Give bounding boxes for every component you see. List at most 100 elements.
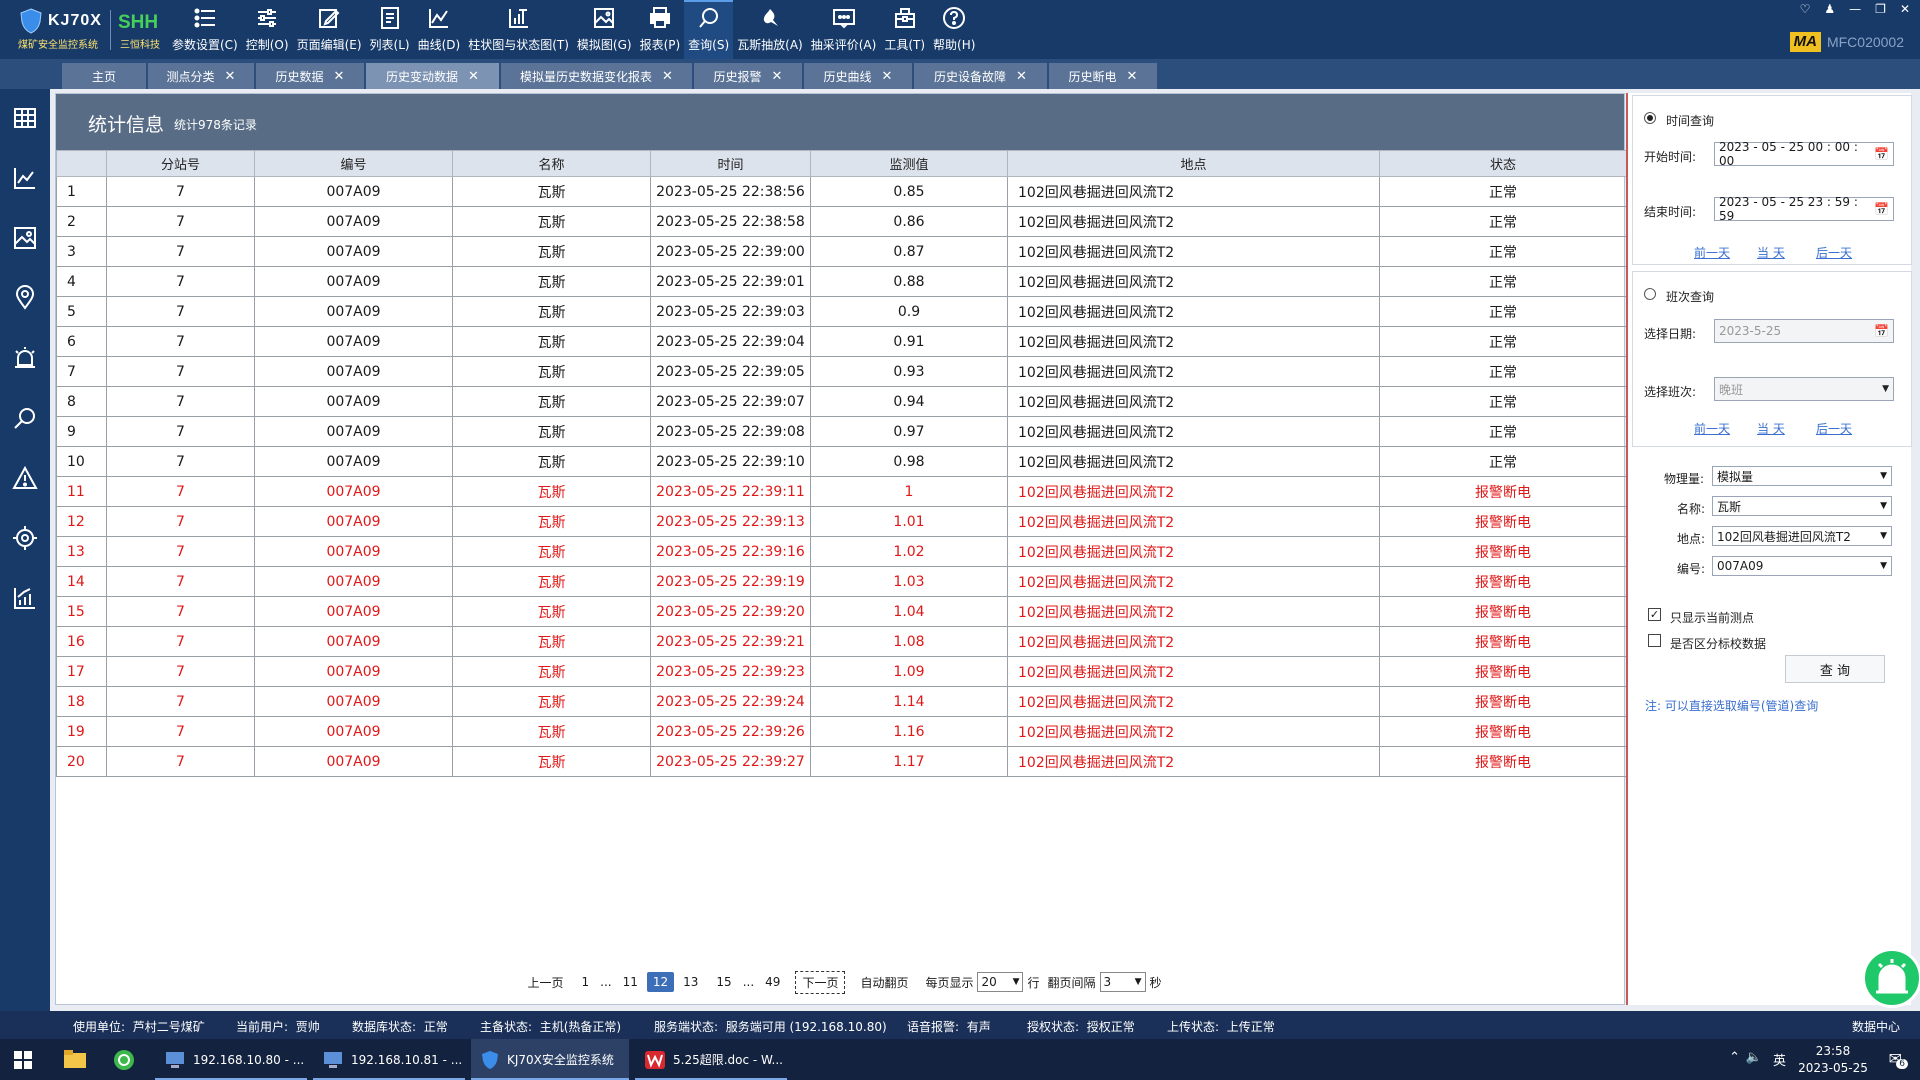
close-icon[interactable]: ✕ xyxy=(662,69,673,84)
close-icon[interactable]: ✕ xyxy=(882,69,893,84)
menu-gas-drainage[interactable]: 瓦斯抽放(A) xyxy=(733,0,807,59)
start-time-input[interactable]: 2023 - 05 - 25 00 : 00 : 00 📅 xyxy=(1714,140,1894,168)
shift-query-radio[interactable] xyxy=(1644,288,1656,300)
taskbar-app-kj70x[interactable]: KJ70X安全监控系统 xyxy=(471,1039,629,1080)
close-icon[interactable]: ✕ xyxy=(468,69,479,84)
physical-select[interactable]: 模拟量 ▼ xyxy=(1712,466,1892,486)
table-row[interactable]: 19 7 007A09 瓦斯 2023-05-25 22:39:26 1.16 102回风巷… xyxy=(56,716,1627,747)
date-input[interactable]: 2023-5-25 📅 xyxy=(1714,319,1894,343)
menu-report[interactable]: 报表(P) xyxy=(636,0,685,59)
table-icon[interactable] xyxy=(12,105,38,131)
chevron-up-icon[interactable]: ⌃ xyxy=(1729,1050,1740,1065)
prev-day-link[interactable]: 前一天 xyxy=(1694,420,1730,437)
menu-params[interactable]: 参数设置(C) xyxy=(168,0,242,59)
column-header[interactable]: 监测值 xyxy=(810,150,1008,177)
menu-curve[interactable]: 曲线(D) xyxy=(414,0,465,59)
current-page-button[interactable]: 12 xyxy=(646,972,675,992)
column-header[interactable]: 分站号 xyxy=(106,150,255,177)
windows-start-icon[interactable] xyxy=(14,1051,32,1069)
today-link[interactable]: 当 天 xyxy=(1757,244,1785,261)
menu-query[interactable]: 查询(S) xyxy=(684,0,734,59)
column-header[interactable]: 编号 xyxy=(254,150,453,177)
close-icon[interactable]: ✕ xyxy=(225,69,236,84)
menu-control[interactable]: 控制(O) xyxy=(242,0,293,59)
menu-bar-status[interactable]: 柱状图与状态图(T) xyxy=(464,0,573,59)
table-row[interactable]: 11 7 007A09 瓦斯 2023-05-25 22:39:11 1 102回风巷掘进回… xyxy=(56,476,1627,507)
table-row[interactable]: 4 7 007A09 瓦斯 2023-05-25 22:39:01 0.88 102回风巷掘… xyxy=(56,266,1627,297)
ime-indicator[interactable]: 英 xyxy=(1773,1050,1786,1069)
minimize-icon[interactable]: — xyxy=(1849,2,1861,16)
column-header[interactable]: 地点 xyxy=(1007,150,1380,177)
page-button[interactable]: 13 xyxy=(674,975,707,989)
app-green-icon[interactable] xyxy=(113,1049,135,1071)
close-icon[interactable]: ✕ xyxy=(1127,69,1138,84)
menu-page-edit[interactable]: 页面编辑(E) xyxy=(293,0,366,59)
close-icon[interactable]: ✕ xyxy=(1900,2,1910,16)
table-row[interactable]: 7 7 007A09 瓦斯 2023-05-25 22:39:05 0.93 102回风巷掘… xyxy=(56,356,1627,387)
end-time-input[interactable]: 2023 - 05 - 25 23 : 59 : 59 📅 xyxy=(1714,195,1894,223)
auto-page-toggle[interactable]: 自动翻页 xyxy=(851,974,917,991)
tab-analog-report[interactable]: 模拟量历史数据变化报表 ✕ xyxy=(501,63,693,89)
page-button[interactable]: 1 xyxy=(572,975,598,989)
table-row[interactable]: 8 7 007A09 瓦斯 2023-05-25 22:39:07 0.94 102回风巷掘… xyxy=(56,386,1627,417)
column-header[interactable]: 状态 xyxy=(1379,150,1627,177)
table-row[interactable]: 20 7 007A09 瓦斯 2023-05-25 22:39:27 1.17 102回风巷… xyxy=(56,746,1627,777)
name-select[interactable]: 瓦斯 ▼ xyxy=(1712,496,1892,516)
shift-select[interactable]: 晚班 ▼ xyxy=(1714,377,1894,401)
table-row[interactable]: 12 7 007A09 瓦斯 2023-05-25 22:39:13 1.01 102回风巷… xyxy=(56,506,1627,537)
column-header[interactable]: 名称 xyxy=(452,150,651,177)
alarm-float-button[interactable] xyxy=(1862,948,1920,1008)
tab-home[interactable]: 主页 xyxy=(62,63,147,89)
page-button[interactable]: 15 xyxy=(707,975,740,989)
tab-history-poweroff[interactable]: 历史断电 ✕ xyxy=(1049,63,1158,89)
close-icon[interactable]: ✕ xyxy=(1016,69,1027,84)
time-query-radio[interactable] xyxy=(1644,112,1656,124)
close-icon[interactable]: ✕ xyxy=(334,69,345,84)
table-row[interactable]: 16 7 007A09 瓦斯 2023-05-25 22:39:21 1.08 102回风巷… xyxy=(56,626,1627,657)
tab-history-change[interactable]: 历史变动数据 ✕ xyxy=(366,63,500,89)
menu-list[interactable]: 列表(L) xyxy=(366,0,414,59)
taskbar-app-remote2[interactable]: 192.168.10.81 - ... xyxy=(313,1039,465,1080)
column-header[interactable]: 时间 xyxy=(650,150,811,177)
table-row[interactable]: 2 7 007A09 瓦斯 2023-05-25 22:38:58 0.86 102回风巷掘… xyxy=(56,206,1627,237)
calendar-icon[interactable]: 📅 xyxy=(1874,202,1889,216)
restore-icon[interactable]: ❐ xyxy=(1875,2,1886,16)
file-explorer-icon[interactable] xyxy=(64,1050,86,1068)
skin-icon[interactable]: ♡ xyxy=(1800,2,1811,16)
table-row[interactable]: 18 7 007A09 瓦斯 2023-05-25 22:39:24 1.14 102回风巷… xyxy=(56,686,1627,717)
calendar-icon[interactable]: 📅 xyxy=(1874,147,1889,161)
menu-tools[interactable]: 工具(T) xyxy=(880,0,929,59)
table-row[interactable]: 14 7 007A09 瓦斯 2023-05-25 22:39:19 1.03 102回风巷… xyxy=(56,566,1627,597)
location-select[interactable]: 102回风巷掘进回风流T2 ▼ xyxy=(1712,526,1892,546)
warning-icon[interactable] xyxy=(12,465,38,491)
table-row[interactable]: 13 7 007A09 瓦斯 2023-05-25 22:39:16 1.02 102回风巷… xyxy=(56,536,1627,567)
tab-history-alarm[interactable]: 历史报警 ✕ xyxy=(694,63,803,89)
table-row[interactable]: 10 7 007A09 瓦斯 2023-05-25 22:39:10 0.98 102回风巷… xyxy=(56,446,1627,477)
image-icon[interactable] xyxy=(12,225,38,251)
page-button[interactable]: 49 xyxy=(756,975,789,989)
prev-day-link[interactable]: 前一天 xyxy=(1694,244,1730,261)
crosshair-icon[interactable] xyxy=(12,525,38,551)
close-icon[interactable]: ✕ xyxy=(772,69,783,84)
line-chart-icon[interactable] xyxy=(12,165,38,191)
table-row[interactable]: 9 7 007A09 瓦斯 2023-05-25 22:39:08 0.97 102回风巷掘… xyxy=(56,416,1627,447)
next-page-button[interactable]: 下一页 xyxy=(795,970,846,994)
table-row[interactable]: 3 7 007A09 瓦斯 2023-05-25 22:39:00 0.87 102回风巷掘… xyxy=(56,236,1627,267)
page-button[interactable]: 11 xyxy=(614,975,647,989)
tab-point-category[interactable]: 测点分类 ✕ xyxy=(148,63,255,89)
menu-simulation[interactable]: 模拟图(G) xyxy=(573,0,636,59)
table-row[interactable]: 1 7 007A09 瓦斯 2023-05-25 22:38:56 0.85 102回风巷掘… xyxy=(56,176,1627,207)
data-center-label[interactable]: 数据中心 xyxy=(1852,1018,1900,1035)
table-row[interactable]: 5 7 007A09 瓦斯 2023-05-25 22:39:03 0.9 102回风巷掘进… xyxy=(56,296,1627,327)
prev-page-button[interactable]: 上一页 xyxy=(518,974,572,991)
clock-time[interactable]: 23:58 xyxy=(1798,1044,1868,1058)
tab-history-fault[interactable]: 历史设备故障 ✕ xyxy=(914,63,1048,89)
clock-date[interactable]: 2023-05-25 xyxy=(1798,1061,1868,1075)
calibration-checkbox[interactable] xyxy=(1648,634,1661,647)
table-row[interactable]: 15 7 007A09 瓦斯 2023-05-25 22:39:20 1.04 102回风巷… xyxy=(56,596,1627,627)
alarm-siren-icon[interactable] xyxy=(12,345,38,371)
location-pin-icon[interactable] xyxy=(12,285,38,311)
search-icon[interactable] xyxy=(12,405,38,431)
interval-select[interactable]: 3 ▼ xyxy=(1099,972,1146,992)
query-button[interactable]: 查 询 xyxy=(1785,655,1885,683)
